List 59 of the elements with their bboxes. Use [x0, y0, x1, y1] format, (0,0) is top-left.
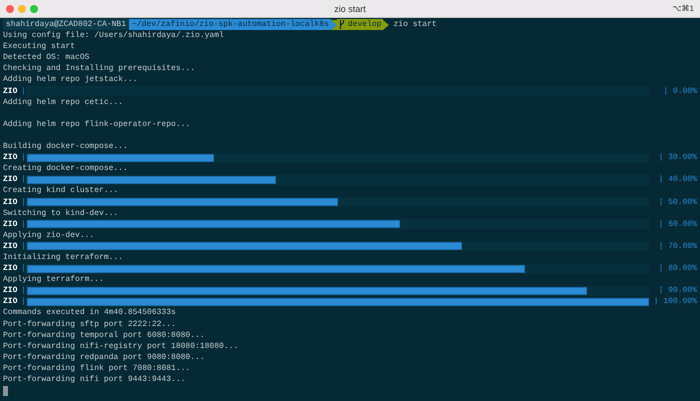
bar-edge: |: [21, 86, 26, 96]
progress-label: ZIO: [3, 286, 18, 296]
prompt-command: zio start: [392, 20, 437, 30]
output-line: Port-forwarding temporal port 6080:8080...: [3, 330, 206, 341]
progress-label: ZIO: [3, 198, 18, 207]
output-line: Executing start: [3, 41, 76, 52]
output-line: Using config file: /Users/shahirdaya/.zio.yaml: [3, 30, 225, 42]
progress-reading: | 80.00%: [658, 264, 697, 274]
zoom-button[interactable]: [30, 4, 38, 12]
output-line: Applying terraform...: [3, 274, 105, 286]
output-line: Creating docker-compose...: [3, 163, 129, 174]
progress-label: ZIO: [3, 220, 18, 229]
shortcut-label: ⌥⌘1: [672, 4, 694, 13]
output-line: Creating kind cluster...: [3, 185, 120, 196]
output-line: Port-forwarding redpanda port 9080:8080...: [3, 352, 206, 363]
close-button[interactable]: [6, 4, 14, 12]
bar-edge: |: [21, 297, 26, 306]
bar-edge: |: [21, 264, 26, 274]
output-line: Initializing terraform...: [3, 252, 124, 264]
branch-icon: [338, 20, 345, 30]
progress-label: ZIO: [3, 242, 18, 251]
progress-label: ZIO: [3, 297, 18, 306]
output-line: Adding helm repo flink-operator-repo...: [3, 118, 192, 130]
prompt-path: ~/dev/zafinio/zio-spk-automation-localk8s: [129, 19, 331, 30]
output-line: Port-forwarding sftp port 2222:22...: [3, 318, 177, 330]
prompt-user: shahirdaya@ZCAD802-CA-NB1: [3, 19, 130, 30]
bar-edge: |: [21, 220, 26, 229]
bar-edge: |: [21, 286, 26, 296]
output-line: Commands executed in 4m40.854506333s: [3, 307, 177, 319]
progress-label: ZIO: [3, 175, 18, 184]
output-line: Checking and Installing prerequisites...: [3, 63, 196, 74]
output-line: Applying zio-dev...: [3, 230, 96, 241]
output-line: Port-forwarding nifi port 9443:9443...: [3, 374, 186, 386]
progress-reading: | 40.00%: [658, 175, 697, 184]
progress-reading: | 50.00%: [658, 198, 697, 207]
output-line: Adding helm repo cetic...: [3, 96, 124, 108]
bar-edge: |: [21, 175, 26, 184]
bar-edge: |: [21, 153, 26, 162]
progress-reading: | 100.00%: [654, 297, 697, 306]
output-line: Port-forwarding nifi-registry port 18080:18080...: [3, 340, 240, 352]
output-line: Detected OS: macOS: [3, 52, 90, 64]
bar-edge: |: [21, 242, 26, 251]
progress-reading: | 60.00%: [658, 220, 697, 229]
window-title: zio start: [334, 4, 366, 14]
minimize-button[interactable]: [18, 4, 26, 12]
progress-reading: | 70.00%: [658, 242, 697, 251]
text-cursor: [3, 386, 8, 396]
progress-label: ZIO: [3, 153, 18, 162]
output-line: Building docker-compose...: [3, 141, 129, 152]
output-line: Port-forwarding flink port 7080:8081...: [3, 362, 192, 374]
output-line: Adding helm repo jetstack...: [3, 74, 138, 86]
progress-reading: | 90.00%: [658, 286, 697, 296]
progress-label: ZIO: [3, 264, 18, 274]
progress-label: ZIO: [3, 86, 18, 96]
progress-reading: | 30.00%: [658, 153, 697, 162]
progress-reading: | 0.00%: [663, 86, 697, 96]
prompt-branch: develop: [346, 19, 382, 30]
output-line: Switching to kind-dev...: [3, 208, 120, 219]
bar-edge: |: [21, 198, 26, 207]
